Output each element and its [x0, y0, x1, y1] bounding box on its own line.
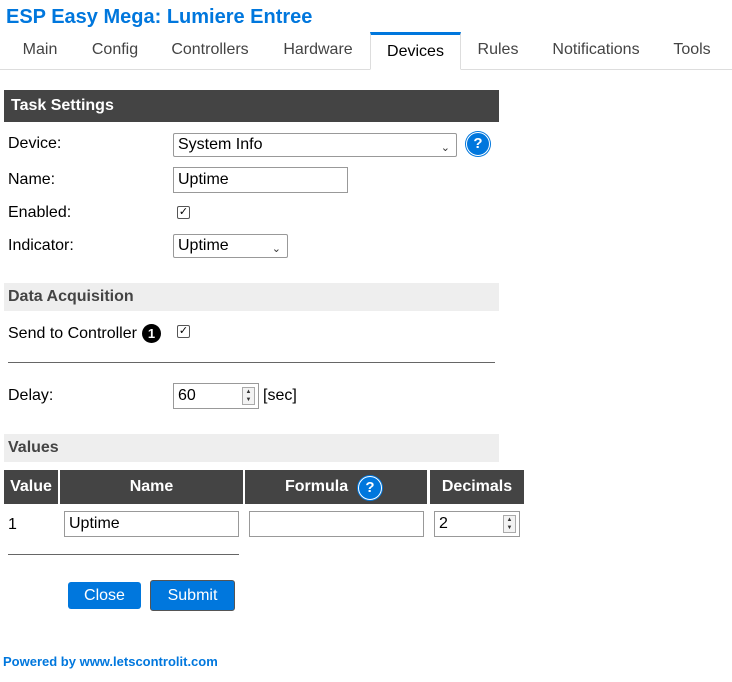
formula-header-label: Formula	[285, 478, 349, 495]
value-formula-input[interactable]	[249, 511, 424, 537]
divider	[8, 362, 495, 363]
value-decimals-input[interactable]: 2 ▲ ▼	[434, 511, 520, 537]
device-select[interactable]: System Info ⌄	[173, 133, 457, 157]
device-select-value: System Info	[178, 136, 263, 153]
checkbox-checked-icon: ✓	[178, 325, 189, 337]
data-acquisition-header: Data Acquisition	[4, 283, 499, 311]
name-input[interactable]	[173, 167, 348, 193]
column-header-decimals: Decimals	[430, 470, 524, 504]
tab-controllers[interactable]: Controllers	[160, 32, 260, 68]
enabled-label: Enabled:	[8, 204, 72, 221]
chevron-down-icon: ⌄	[271, 243, 281, 255]
device-help-icon[interactable]: ?	[466, 132, 490, 156]
decimals-spinner[interactable]: ▲ ▼	[503, 515, 516, 533]
page-title: ESP Easy Mega: Lumiere Entree	[6, 6, 313, 28]
divider	[8, 554, 239, 555]
main-nav: Main Config Controllers Hardware Devices…	[0, 32, 732, 70]
tab-devices[interactable]: Devices	[370, 32, 461, 70]
submit-button[interactable]: Submit	[150, 580, 235, 611]
spin-down-icon[interactable]: ▼	[504, 524, 515, 532]
column-header-name: Name	[60, 470, 243, 504]
tab-rules[interactable]: Rules	[468, 32, 528, 68]
tab-config[interactable]: Config	[82, 32, 148, 68]
controller-number-badge: 1	[142, 324, 161, 343]
footer-link[interactable]: Powered by www.letscontrolit.com	[3, 654, 218, 669]
enabled-checkbox[interactable]: ✓	[177, 206, 190, 219]
send-to-controller-checkbox[interactable]: ✓	[177, 325, 190, 338]
delay-label: Delay:	[8, 387, 54, 404]
indicator-select[interactable]: Uptime ⌄	[173, 234, 288, 258]
indicator-label: Indicator:	[8, 237, 74, 254]
delay-value: 60	[178, 387, 196, 404]
tab-notifications[interactable]: Notifications	[542, 32, 650, 68]
checkbox-checked-icon: ✓	[178, 206, 189, 218]
values-header: Values	[4, 434, 499, 462]
send-to-controller-label: Send to Controller	[8, 325, 137, 342]
decimals-value: 2	[439, 515, 448, 532]
column-header-formula: Formula ?	[245, 470, 427, 504]
value-name-input[interactable]	[64, 511, 239, 537]
value-row-index: 1	[8, 516, 17, 533]
tab-tools[interactable]: Tools	[664, 32, 720, 68]
tab-main[interactable]: Main	[8, 32, 72, 68]
name-label: Name:	[8, 171, 56, 188]
device-label: Device:	[8, 135, 62, 152]
tab-hardware[interactable]: Hardware	[272, 32, 364, 68]
delay-input[interactable]: 60 ▲ ▼	[173, 383, 259, 409]
spin-down-icon[interactable]: ▼	[243, 396, 254, 404]
indicator-select-value: Uptime	[178, 237, 229, 254]
formula-help-icon[interactable]: ?	[358, 476, 382, 500]
chevron-down-icon: ⌄	[440, 142, 450, 154]
spin-up-icon[interactable]: ▲	[243, 388, 254, 396]
close-button[interactable]: Close	[68, 582, 141, 609]
column-header-value: Value	[4, 470, 58, 504]
task-settings-header: Task Settings	[4, 90, 499, 122]
spin-up-icon[interactable]: ▲	[504, 516, 515, 524]
delay-unit: [sec]	[263, 387, 297, 404]
delay-spinner[interactable]: ▲ ▼	[242, 387, 255, 405]
